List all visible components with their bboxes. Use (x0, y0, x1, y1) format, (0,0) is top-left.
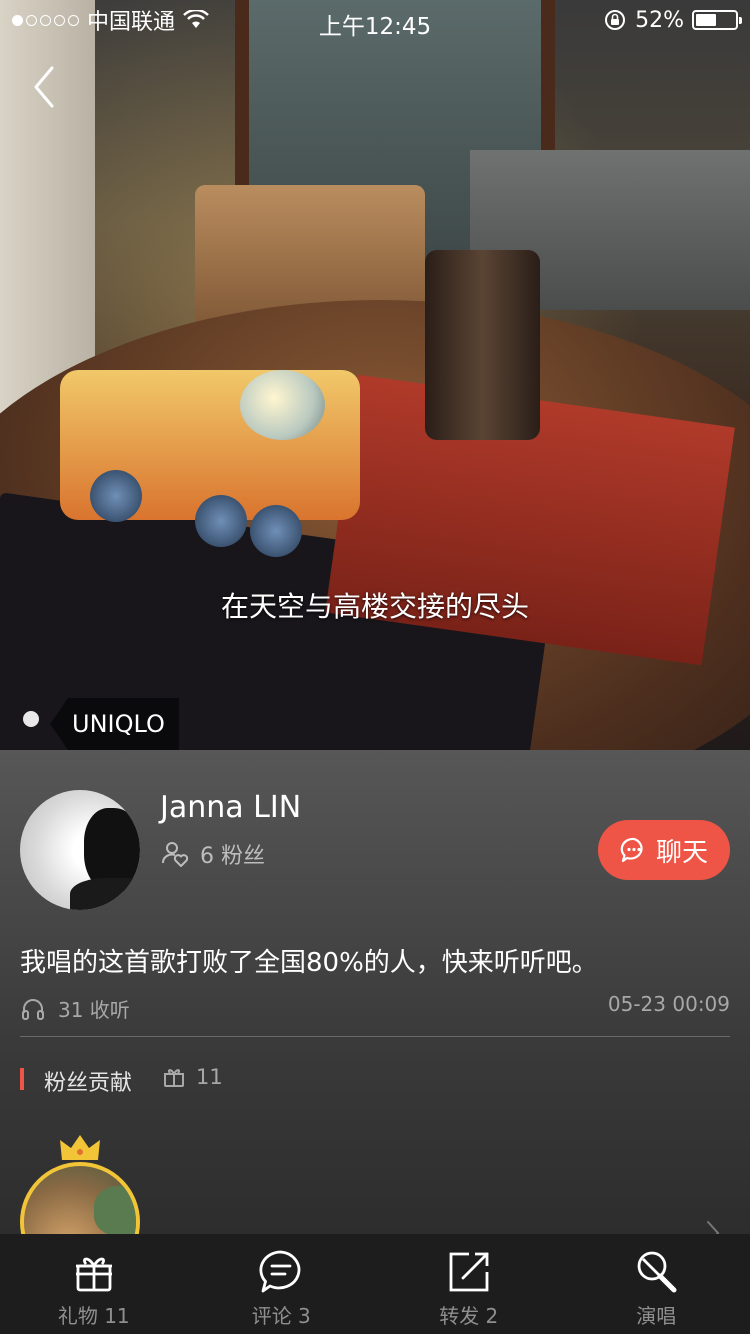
listen-count: 31 收听 (20, 994, 130, 1023)
battery-icon (692, 10, 742, 30)
rotation-lock-icon (605, 10, 626, 30)
page-indicator-dot (23, 711, 39, 727)
lyric-text: 在天空与高楼交接的尽头 (220, 590, 529, 623)
carrier-label: 中国联通 (87, 10, 176, 35)
status-left: 中国联通 (12, 4, 209, 36)
user-avatar[interactable] (20, 790, 140, 910)
chat-button-label: 聊天 (655, 837, 708, 868)
share-icon (449, 1252, 489, 1292)
gift-icon (75, 1257, 112, 1292)
divider (20, 1036, 730, 1037)
chevron-left-icon (34, 66, 54, 108)
back-button[interactable] (26, 62, 66, 112)
fans-count[interactable]: 6 粉丝 (160, 838, 265, 870)
photo-bg-wheel (250, 505, 302, 557)
chat-bubble-icon (620, 837, 643, 863)
listen-count-label: 31 收听 (58, 998, 130, 1022)
brand-tag[interactable]: UNIQLO (50, 698, 179, 750)
battery-percent: 52% (635, 7, 684, 33)
status-right: 52% (603, 7, 742, 33)
gift-icon (164, 1069, 184, 1087)
photo-bg-wheel (195, 495, 247, 547)
comment-icon (259, 1250, 301, 1293)
signal-strength-icon (12, 14, 79, 26)
gift-count-label: 11 (196, 1065, 223, 1089)
gift-count: 11 (162, 1065, 223, 1089)
battery-fill (696, 14, 716, 26)
post-description: 我唱的这首歌打败了全国80%的人，快来听听吧。 (20, 948, 598, 978)
tab-comment-label: 评论 3 (251, 1304, 311, 1328)
fans-icon (162, 842, 189, 867)
tab-gift-label: 礼物 11 (57, 1304, 130, 1328)
photo-bg-dome (240, 370, 325, 440)
fans-label: 6 粉丝 (200, 844, 265, 869)
tab-comment[interactable]: 评论 3 (188, 1234, 376, 1334)
post-timestamp: 05-23 00:09 (607, 992, 730, 1016)
crown-icon (60, 1135, 100, 1160)
photo-bg-tea-can (425, 250, 540, 440)
section-title: 粉丝贡献 (44, 1071, 133, 1096)
section-accent-bar (20, 1068, 24, 1090)
bottom-tab-bar: 礼物 11 评论 3 转发 2 演唱 (0, 1234, 750, 1334)
tab-share-label: 转发 2 (439, 1304, 499, 1328)
tab-gift[interactable]: 礼物 11 (0, 1234, 188, 1334)
photo-bg-wheel (90, 470, 142, 522)
tab-sing[interactable]: 演唱 (563, 1234, 750, 1334)
status-bar: 中国联通 52% (0, 0, 750, 40)
user-name[interactable]: Janna LIN (160, 790, 301, 825)
tab-share[interactable]: 转发 2 (375, 1234, 563, 1334)
chat-button[interactable]: 聊天 (598, 820, 730, 880)
wifi-icon (183, 10, 209, 28)
headphones-icon (22, 998, 44, 1020)
tab-sing-label: 演唱 (636, 1304, 677, 1328)
cover-photo[interactable]: 在天空与高楼交接的尽头 UNIQLO (0, 0, 750, 750)
microphone-icon (637, 1251, 677, 1293)
